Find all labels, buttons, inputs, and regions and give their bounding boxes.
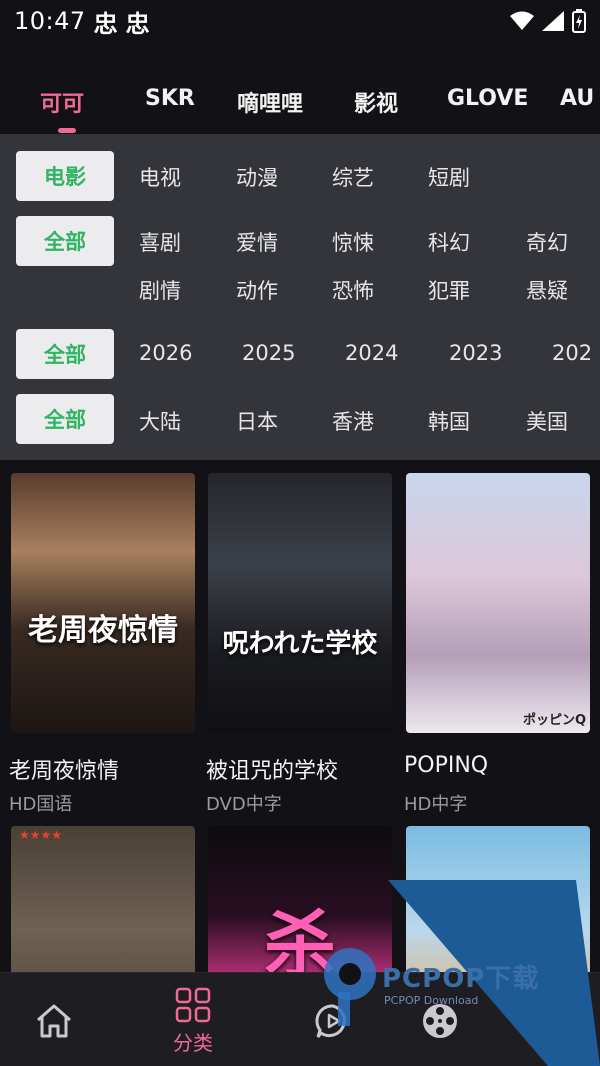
movie-poster[interactable]: 呪われた学校 (208, 473, 392, 733)
filter-region-option[interactable]: 韩国 (428, 406, 470, 436)
wifi-icon (510, 11, 534, 30)
filter-genre-option[interactable]: 犯罪 (428, 275, 470, 305)
filter-type-option[interactable]: 短剧 (428, 162, 470, 192)
filter-type-option[interactable]: 动漫 (236, 162, 278, 192)
signal-icon (542, 11, 564, 31)
tab-indicator (58, 128, 76, 133)
movie-poster[interactable]: ★★★★ (11, 826, 195, 972)
notification-icon: 忠 (125, 9, 150, 38)
grid-icon (175, 987, 211, 1023)
movie-card[interactable]: ポッピンQ POPINQ HD中字 (404, 473, 590, 815)
status-time: 10:47 (14, 7, 86, 35)
nav-movies[interactable] (380, 973, 500, 1066)
battery-icon (572, 9, 586, 33)
movie-quality: DVD中字 (206, 794, 282, 815)
filter-region-option[interactable]: 香港 (332, 406, 374, 436)
nav-category[interactable]: 分类 (133, 973, 253, 1066)
filter-genre-option[interactable]: 惊悚 (332, 227, 374, 257)
tab-keke[interactable]: 可可 (40, 86, 84, 118)
tab-au[interactable]: AU (560, 86, 594, 111)
filter-genre-option[interactable]: 恐怖 (332, 275, 374, 305)
filter-genre-option[interactable]: 剧情 (139, 275, 181, 305)
status-icons (510, 9, 586, 33)
filter-genre-option[interactable]: 悬疑 (526, 275, 568, 305)
tab-dilili[interactable]: 嘀哩哩 (237, 86, 303, 118)
filter-panel: 电影 电视 动漫 综艺 短剧 全部 喜剧 爱情 惊悚 科幻 奇幻 剧情 动作 恐… (0, 134, 600, 460)
filter-year-selected[interactable]: 全部 (16, 329, 114, 379)
filter-region-option[interactable]: 大陆 (139, 406, 181, 436)
poster-title-art: 老周夜惊情 (28, 613, 178, 648)
filter-year-option[interactable]: 202 (552, 341, 592, 365)
movie-card[interactable]: 老周夜惊情 老周夜惊情 HD国语 (9, 473, 195, 815)
nav-home[interactable] (0, 973, 114, 1066)
movie-card[interactable] (406, 826, 590, 972)
home-icon (37, 1004, 71, 1038)
tab-yingshi[interactable]: 影视 (354, 86, 398, 118)
filter-type-selected[interactable]: 电影 (16, 151, 114, 201)
play-bubble-icon (315, 1004, 346, 1038)
poster-rating-art: ★★★★ (19, 828, 63, 842)
filter-genre-option[interactable]: 爱情 (236, 227, 278, 257)
nav-category-label: 分类 (173, 1031, 213, 1055)
filter-region-selected[interactable]: 全部 (16, 394, 114, 444)
movie-card[interactable]: 呪われた学校 被诅咒的学校 DVD中字 (206, 473, 392, 815)
movie-title[interactable]: POPINQ (404, 753, 488, 778)
filter-type-option[interactable]: 电视 (139, 162, 181, 192)
movie-grid: 老周夜惊情 老周夜惊情 HD国语 呪われた学校 被诅咒的学校 DVD中字 ポッピ… (0, 460, 600, 972)
movie-quality: HD国语 (9, 794, 73, 815)
filter-region-option[interactable]: 日本 (236, 406, 278, 436)
movie-title[interactable]: 老周夜惊情 (9, 753, 119, 785)
film-reel-icon (423, 1004, 457, 1038)
movie-card[interactable]: 杀 (208, 826, 392, 972)
filter-type-option[interactable]: 综艺 (332, 162, 374, 192)
filter-genre-option[interactable]: 奇幻 (526, 227, 568, 257)
filter-year-option[interactable]: 2025 (242, 341, 295, 365)
bottom-nav: 分类 (0, 972, 600, 1066)
movie-title[interactable]: 被诅咒的学校 (206, 753, 338, 785)
filter-region-option[interactable]: 美国 (526, 406, 568, 436)
nav-shorts[interactable] (273, 973, 393, 1066)
filter-genre-option[interactable]: 科幻 (428, 227, 470, 257)
filter-year-option[interactable]: 2024 (345, 341, 398, 365)
filter-genre-option[interactable]: 动作 (236, 275, 278, 305)
status-bar: 10:47 忠 忠 (0, 0, 600, 42)
poster-title-art: 杀 (263, 903, 336, 972)
movie-poster[interactable] (406, 826, 590, 972)
movie-poster[interactable]: 老周夜惊情 (11, 473, 195, 733)
source-tabs: 可可 SKR 嘀哩哩 影视 GLOVE AU (0, 72, 600, 134)
filter-genre-option[interactable]: 喜剧 (139, 227, 181, 257)
movie-card[interactable]: ★★★★ (11, 826, 195, 972)
filter-year-option[interactable]: 2026 (139, 341, 192, 365)
notification-icon: 忠 (93, 9, 118, 38)
poster-title-art: ポッピンQ (522, 713, 586, 728)
tab-skr[interactable]: SKR (145, 86, 195, 111)
movie-quality: HD中字 (404, 794, 468, 815)
movie-poster[interactable]: 杀 (208, 826, 392, 972)
filter-genre-selected[interactable]: 全部 (16, 216, 114, 266)
tab-glove[interactable]: GLOVE (447, 86, 528, 111)
movie-poster[interactable]: ポッピンQ (406, 473, 590, 733)
poster-title-art: 呪われた学校 (222, 629, 378, 659)
filter-year-option[interactable]: 2023 (449, 341, 502, 365)
